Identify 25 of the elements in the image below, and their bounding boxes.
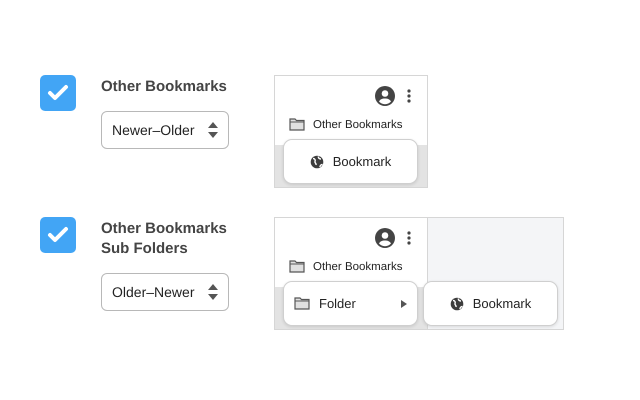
folder-label: Other Bookmarks [313,118,402,130]
option-title: Other Bookmarks [101,77,228,97]
checkbox[interactable] [40,217,76,253]
folder-icon [289,118,305,131]
account-icon [375,86,395,106]
caret-icon [401,300,407,308]
globe-icon [310,154,324,168]
folder-item[interactable]: Folder [283,281,418,326]
globe-icon [450,296,464,310]
up-down-icon [208,284,218,300]
checkbox[interactable] [40,75,76,111]
check-icon [47,226,69,244]
account-icon [375,228,395,248]
bookmark-item[interactable]: Bookmark [283,139,418,184]
sort-select[interactable]: Newer–Older [101,111,229,149]
more-icon [407,89,411,103]
up-down-icon [208,122,218,138]
folder-label: Other Bookmarks [313,260,402,272]
folder-icon [294,297,310,310]
bookmark-item[interactable]: Bookmark [423,281,558,326]
sort-select[interactable]: Older–Newer [101,273,229,311]
option-title: Other Bookmarks Sub Folders [101,219,228,259]
more-icon [407,231,411,245]
check-icon [47,84,69,102]
folder-icon [289,260,305,273]
